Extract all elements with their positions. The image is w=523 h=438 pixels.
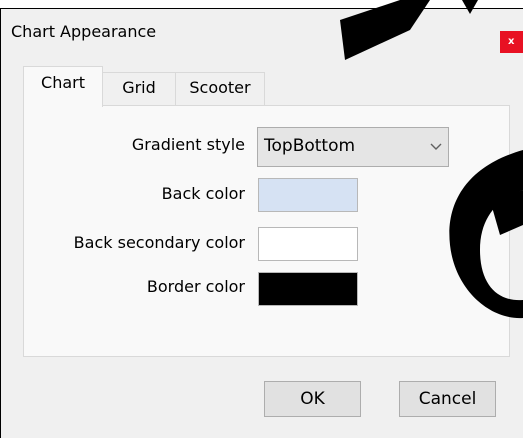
back-secondary-color-label: Back secondary color bbox=[73, 233, 245, 252]
cancel-button[interactable]: Cancel bbox=[399, 381, 496, 417]
border-color-label: Border color bbox=[146, 277, 245, 296]
window-title: Chart Appearance bbox=[11, 22, 157, 41]
border-color-swatch[interactable] bbox=[258, 272, 358, 306]
tab-grid-label: Grid bbox=[122, 78, 156, 97]
back-color-swatch[interactable] bbox=[258, 178, 358, 212]
chart-appearance-dialog: Chart Appearance x Chart Grid Scooter Gr… bbox=[0, 8, 523, 438]
tab-scooter[interactable]: Scooter bbox=[175, 72, 265, 106]
tab-chart[interactable]: Chart bbox=[23, 66, 103, 107]
tab-grid[interactable]: Grid bbox=[102, 72, 176, 106]
ok-button[interactable]: OK bbox=[264, 381, 361, 417]
close-button[interactable]: x bbox=[500, 31, 523, 53]
gradient-style-dropdown[interactable]: TopBottom bbox=[257, 127, 449, 167]
chevron-down-icon bbox=[430, 143, 442, 150]
back-secondary-color-swatch[interactable] bbox=[258, 227, 358, 261]
back-color-label: Back color bbox=[161, 184, 245, 203]
gradient-style-value: TopBottom bbox=[264, 136, 356, 156]
tab-chart-label: Chart bbox=[41, 73, 85, 92]
tab-scooter-label: Scooter bbox=[189, 78, 251, 97]
gradient-style-label: Gradient style bbox=[131, 135, 245, 154]
close-icon: x bbox=[508, 36, 515, 47]
